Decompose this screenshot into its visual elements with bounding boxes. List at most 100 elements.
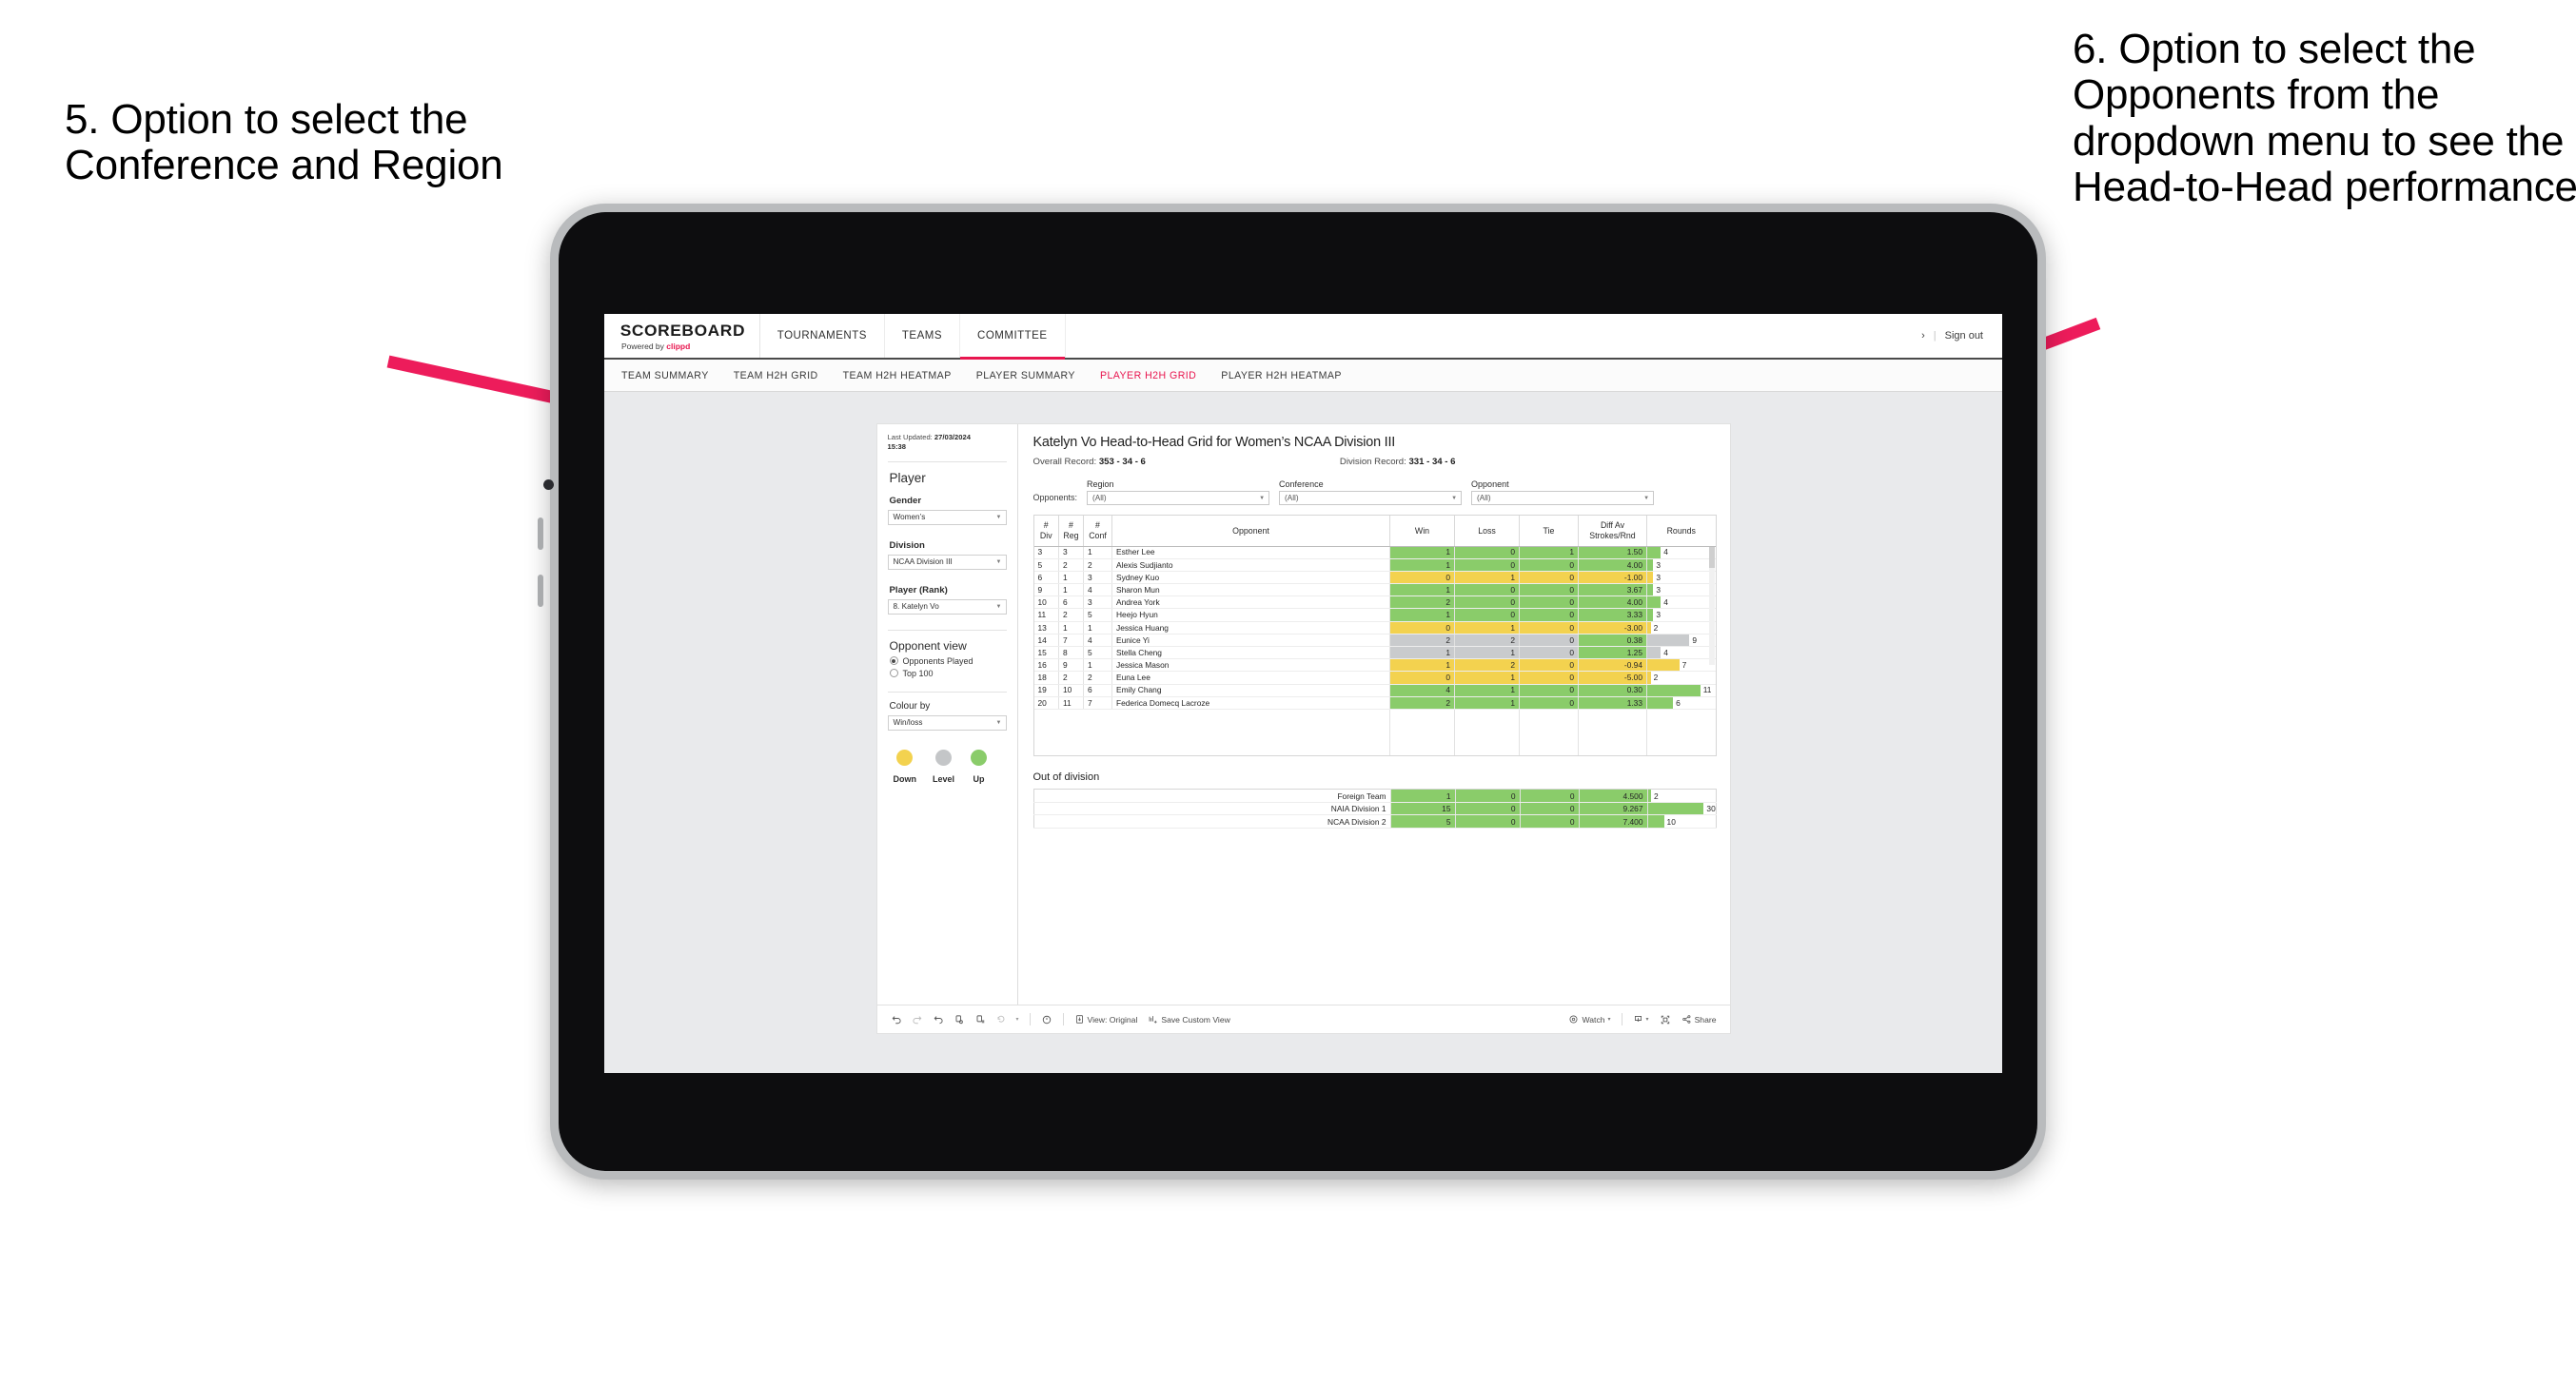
share-button[interactable]: Share: [1681, 1014, 1717, 1025]
cell-opponent: Stella Cheng: [1111, 646, 1390, 660]
table-row[interactable]: Foreign Team 1 0 0 4.500 2: [1033, 789, 1716, 803]
table-row[interactable]: 19 10 6 Emily Chang 4 1 0 0.30 11: [1033, 684, 1716, 697]
blank-cell: [1578, 709, 1647, 756]
cell-diff: 9.267: [1579, 802, 1648, 816]
sidebar-section-player: Player: [889, 470, 926, 485]
app-logo[interactable]: SCOREBOARD Powered by clippd: [604, 314, 760, 358]
chevron-down-icon: ▼: [995, 719, 1002, 726]
cell-conf: 5: [1083, 608, 1112, 622]
division-select[interactable]: NCAA Division III ▼: [887, 554, 1007, 570]
sub-nav-team-h2h-heatmap[interactable]: TEAM H2H HEATMAP: [843, 370, 952, 381]
table-row[interactable]: NCAA Division 2 5 0 0 7.400 10: [1033, 814, 1716, 829]
opponent-filters-row: Opponents: Region (All) ▼ Conference (Al…: [1033, 479, 1717, 505]
logo-brand: clippd: [666, 341, 691, 351]
table-row[interactable]: 18 2 2 Euna Lee 0 1 0 -5.00 2: [1033, 671, 1716, 685]
region-filter: Region (All) ▼: [1087, 479, 1270, 505]
table-row[interactable]: 10 6 3 Andrea York 2 0 0 4.00 4: [1033, 595, 1716, 610]
annotation-right-text: 6. Option to select the Opponents from t…: [2073, 26, 2576, 211]
chevron-down-icon: ▼: [1643, 495, 1650, 501]
table-row[interactable]: 3 3 1 Esther Lee 1 0 1 1.50 4: [1033, 546, 1716, 559]
top-nav-teams[interactable]: TEAMS: [885, 314, 961, 358]
cell-div: 11: [1033, 608, 1059, 622]
table-row[interactable]: 15 8 5 Stella Cheng 1 1 0 1.25 4: [1033, 646, 1716, 660]
table-row[interactable]: 5 2 2 Alexis Sudjianto 1 0 0 4.00 3: [1033, 558, 1716, 572]
colour-by-select[interactable]: Win/loss ▼: [887, 714, 1007, 731]
conference-filter-select[interactable]: (All) ▼: [1279, 491, 1463, 505]
sidebar-divider-3: [887, 691, 1007, 693]
opponent-view-option-label: Opponents Played: [902, 655, 973, 666]
opponent-filter-select[interactable]: (All) ▼: [1471, 491, 1655, 505]
sub-nav-player-h2h-heatmap[interactable]: PLAYER H2H HEATMAP: [1221, 370, 1342, 381]
cell-tie: 0: [1519, 583, 1579, 597]
cell-opponent: Sharon Mun: [1111, 583, 1390, 597]
gender-label: Gender: [889, 495, 922, 506]
table-row[interactable]: 14 7 4 Eunice Yi 2 2 0 0.38 9: [1033, 634, 1716, 648]
logo-powered-by: Powered by: [621, 341, 667, 351]
cell-div: 13: [1033, 621, 1059, 634]
reset-dropdown-caret-icon[interactable]: ▾: [1016, 1016, 1019, 1023]
cell-diff: 7.400: [1579, 814, 1648, 829]
dashboard-main: Katelyn Vo Head-to-Head Grid for Women’s…: [1018, 424, 1730, 1005]
table-row[interactable]: 11 2 5 Heejo Hyun 1 0 0 3.33 3: [1033, 608, 1716, 622]
app-top-bar: SCOREBOARD Powered by clippd TOURNAMENTS…: [604, 314, 2002, 360]
cell-loss: 1: [1454, 571, 1520, 585]
dashboard-sheet: Last Updated: 27/03/2024 15:38 Player Ge…: [876, 424, 1730, 1005]
table-row[interactable]: 20 11 7 Federica Domecq Lacroze 2 1 0 1.33 6: [1033, 696, 1716, 710]
cell-opponent: Andrea York: [1111, 595, 1390, 610]
undo-icon[interactable]: [891, 1014, 902, 1025]
sidebar-divider-2: [887, 629, 1007, 631]
sign-out-link[interactable]: Sign out: [1945, 330, 1983, 342]
download-button[interactable]: ▾: [1633, 1014, 1649, 1025]
grid-scrollbar-thumb[interactable]: [1708, 547, 1715, 568]
revert-icon[interactable]: [933, 1014, 944, 1025]
cell-tie: 0: [1520, 802, 1580, 816]
cell-diff: 4.00: [1578, 595, 1647, 610]
sub-nav-team-summary[interactable]: TEAM SUMMARY: [621, 370, 709, 381]
redo-icon[interactable]: [912, 1014, 923, 1025]
cell-loss: 2: [1454, 658, 1520, 673]
top-nav-tournaments[interactable]: TOURNAMENTS: [760, 314, 885, 358]
cell-conf: 3: [1083, 595, 1112, 610]
sub-nav-player-h2h-grid[interactable]: PLAYER H2H GRID: [1100, 370, 1196, 381]
table-row[interactable]: 16 9 1 Jessica Mason 1 2 0 -0.94 7: [1033, 658, 1716, 673]
watch-button[interactable]: Watch ▾: [1568, 1014, 1611, 1025]
opponent-view-option-opponents-played[interactable]: Opponents Played: [889, 655, 1007, 666]
opponent-view-option-top-100[interactable]: Top 100: [889, 669, 1007, 678]
table-row[interactable]: NAIA Division 1 15 0 0 9.267 30: [1033, 802, 1716, 816]
fullscreen-icon[interactable]: [1660, 1014, 1671, 1025]
chevron-right-icon[interactable]: ›: [1921, 330, 1925, 342]
table-row[interactable]: 13 1 1 Jessica Huang 0 1 0 -3.00 2: [1033, 621, 1716, 634]
cell-diff: -5.00: [1578, 671, 1647, 685]
region-filter-select[interactable]: (All) ▼: [1087, 491, 1270, 505]
radio-unselected-icon: [889, 669, 898, 677]
cell-win: 1: [1389, 608, 1455, 622]
tablet-volume-down-button[interactable]: [538, 575, 543, 607]
table-row[interactable]: 6 1 3 Sydney Kuo 0 1 0 -1.00 3: [1033, 571, 1716, 585]
pause-auto-update-icon[interactable]: [1041, 1014, 1052, 1025]
cell-group-label: Foreign Team: [1033, 789, 1391, 803]
reset-icon[interactable]: [995, 1014, 1007, 1025]
cell-win: 1: [1389, 558, 1455, 572]
refresh-data-icon[interactable]: [954, 1014, 965, 1025]
view-original-button[interactable]: View: Original: [1074, 1014, 1138, 1025]
tablet-volume-up-button[interactable]: [538, 517, 543, 550]
save-custom-view-button[interactable]: Save Custom View: [1148, 1014, 1230, 1025]
cell-opponent: Federica Domecq Lacroze: [1111, 696, 1390, 710]
player-rank-select[interactable]: 8. Katelyn Vo ▼: [887, 598, 1007, 615]
sub-nav-team-h2h-grid[interactable]: TEAM H2H GRID: [734, 370, 818, 381]
sub-nav-player-summary[interactable]: PLAYER SUMMARY: [976, 370, 1075, 381]
top-nav-committee[interactable]: COMMITTEE: [960, 314, 1066, 360]
gender-select[interactable]: Women’s ▼: [887, 509, 1007, 525]
cell-conf: 1: [1083, 621, 1112, 634]
view-original-label: View: Original: [1087, 1014, 1138, 1025]
opponent-filter: Opponent (All) ▼: [1471, 479, 1655, 505]
overall-record: Overall Record: 353 - 34 - 6: [1033, 457, 1146, 467]
grid-vertical-scrollbar[interactable]: [1708, 547, 1715, 665]
legend-label-level: Level: [933, 773, 955, 784]
pause-updates-icon[interactable]: [974, 1014, 986, 1025]
cell-reg: 9: [1058, 658, 1084, 673]
cell-tie: 0: [1519, 634, 1579, 648]
cell-conf: 1: [1083, 546, 1112, 559]
table-row[interactable]: 9 1 4 Sharon Mun 1 0 0 3.67 3: [1033, 583, 1716, 597]
conference-filter: Conference (All) ▼: [1279, 479, 1463, 505]
